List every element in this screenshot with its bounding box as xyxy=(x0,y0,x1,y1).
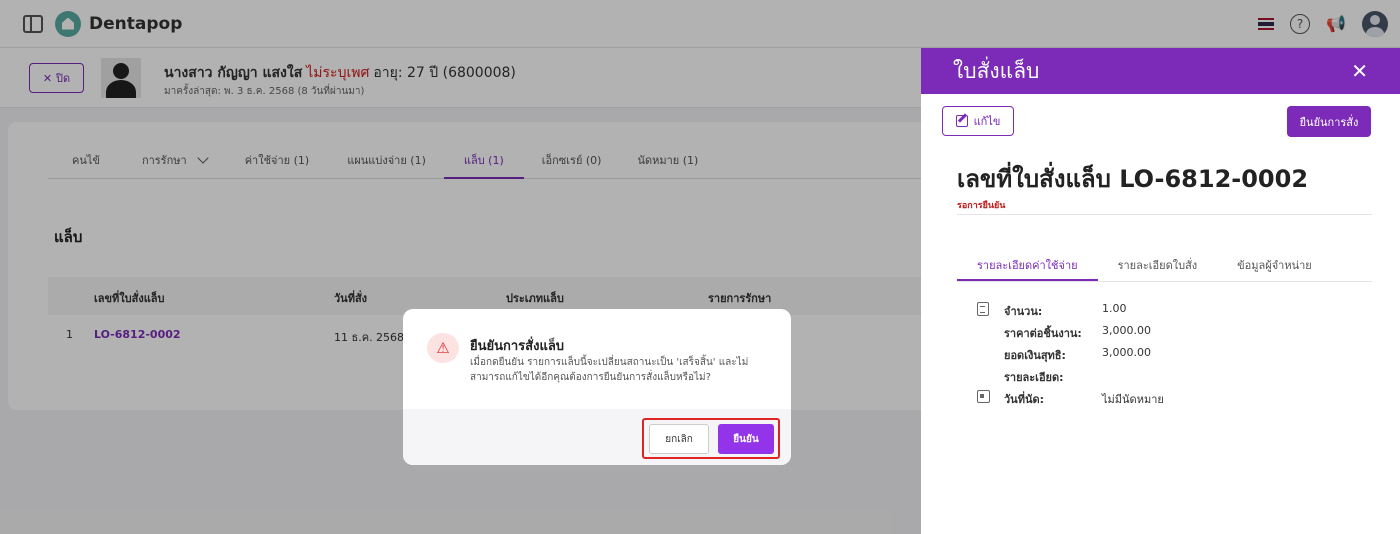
divider xyxy=(957,214,1372,215)
tab-vendor-info[interactable]: ข้อมูลผู้จำหน่าย xyxy=(1217,248,1332,281)
dialog-title: ยืนยันการสั่งแล็บ xyxy=(470,339,565,354)
cancel-button[interactable]: ยกเลิก xyxy=(649,424,709,454)
panel-title: ใบสั่งแล็บ xyxy=(953,58,1040,83)
dialog-message: เมื่อกดยืนยัน รายการแล็บนี้จะเปลี่ยนสถาน… xyxy=(470,357,749,383)
close-icon[interactable]: ✕ xyxy=(1351,59,1368,83)
panel-header: ใบสั่งแล็บ ✕ xyxy=(921,48,1400,94)
warning-icon: ⚠ xyxy=(436,339,450,357)
edit-icon xyxy=(955,115,968,127)
highlighted-button-group: ยกเลิก ยืนยัน xyxy=(642,418,780,459)
confirm-dialog: ⚠ ยืนยันการสั่งแล็บ เมื่อกดยืนยัน รายการ… xyxy=(403,309,791,465)
panel-tabs: รายละเอียดค่าใช้จ่าย รายละเอียดใบสั่ง ข้… xyxy=(957,248,1372,282)
edit-button[interactable]: แก้ไข xyxy=(942,106,1014,136)
warning-badge: ⚠ xyxy=(427,333,459,363)
tab-cost-details[interactable]: รายละเอียดค่าใช้จ่าย xyxy=(957,248,1098,281)
tab-order-details[interactable]: รายละเอียดใบสั่ง xyxy=(1098,248,1218,281)
calendar-icon xyxy=(977,390,990,403)
document-icon xyxy=(977,302,989,316)
order-status: รอการยืนยัน xyxy=(957,201,1006,211)
lab-order-panel: ใบสั่งแล็บ ✕ แก้ไข ยืนยันการสั่ง เลขที่ใ… xyxy=(921,48,1400,534)
order-number-title: เลขที่ใบสั่งแล็บ LO-6812-0002 xyxy=(957,165,1309,193)
confirm-order-button[interactable]: ยืนยันการสั่ง xyxy=(1287,106,1371,137)
dialog-footer: ยกเลิก ยืนยัน xyxy=(403,409,791,465)
confirm-button[interactable]: ยืนยัน xyxy=(718,424,774,454)
